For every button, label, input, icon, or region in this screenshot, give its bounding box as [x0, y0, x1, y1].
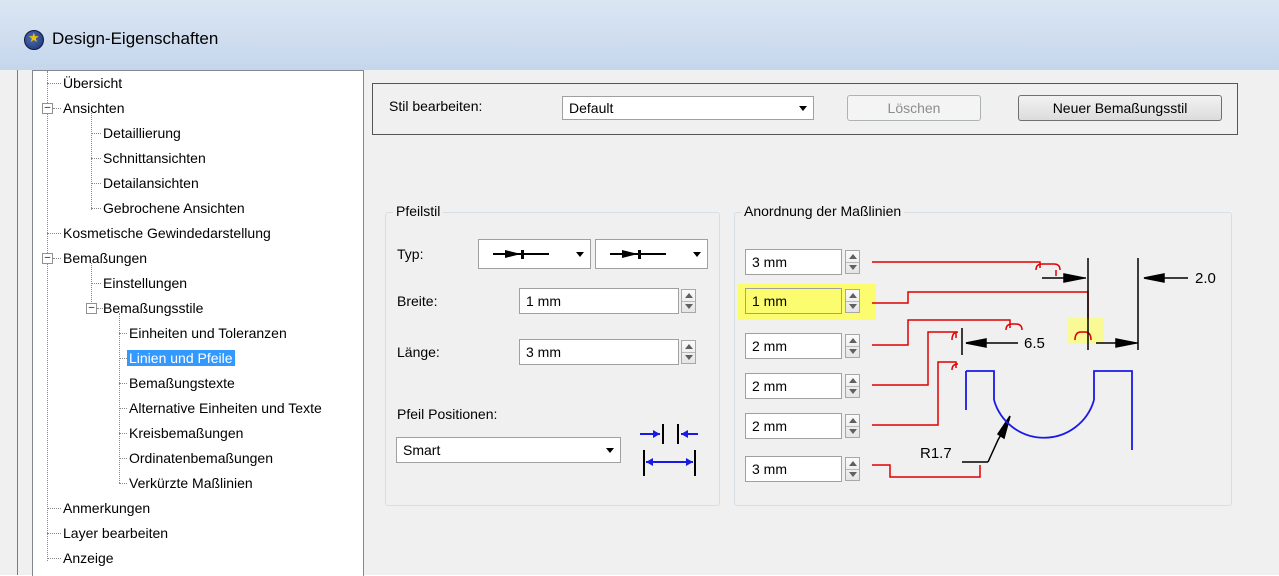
tree-line	[53, 108, 61, 109]
tree-item-gebrochene-ansichten[interactable]: Gebrochene Ansichten	[101, 198, 247, 218]
tree-item-uebersicht[interactable]: Übersicht	[61, 73, 124, 93]
chevron-down-icon	[693, 252, 701, 257]
arrow-symbol-icon	[493, 250, 549, 259]
spin-buttons[interactable]	[845, 334, 860, 358]
end-arrow-select[interactable]	[595, 239, 708, 269]
collapse-icon[interactable]: –	[86, 303, 97, 314]
tree-item-ordinatenbemassungen[interactable]: Ordinatenbemaßungen	[127, 448, 275, 468]
category-tree[interactable]: – – – Übersicht Ansichten Detaillierung …	[32, 70, 364, 576]
spin-buttons[interactable]	[845, 414, 860, 438]
window-edge	[17, 70, 18, 575]
tree-line	[47, 71, 48, 561]
tree-line	[91, 283, 101, 284]
arrow-positions-label: Pfeil Positionen:	[397, 406, 498, 422]
new-dimension-style-button[interactable]: Neuer Bemaßungsstil	[1018, 95, 1222, 121]
tree-line	[47, 233, 61, 234]
preview-label-right: 2.0	[1195, 270, 1216, 287]
tree-line	[119, 433, 127, 434]
app-icon	[24, 30, 44, 50]
preview-label-radius: R1.7	[920, 445, 952, 462]
tree-line	[91, 158, 101, 159]
tree-line	[91, 183, 101, 184]
title-bar: Design-Eigenschaften	[0, 0, 1279, 71]
tree-item-bemassungsstile[interactable]: Bemaßungsstile	[101, 298, 205, 318]
tree-line	[119, 483, 127, 484]
tree-line	[91, 208, 101, 209]
layout-input-6[interactable]: 3 mm	[745, 456, 842, 482]
tree-item-schnittansichten[interactable]: Schnittansichten	[101, 148, 208, 168]
tree-line	[119, 458, 127, 459]
tree-item-kosmetische-gewindedarstellung[interactable]: Kosmetische Gewindedarstellung	[61, 223, 273, 243]
tree-line	[119, 333, 127, 334]
spin-buttons[interactable]	[681, 289, 696, 313]
delete-button[interactable]: Löschen	[847, 95, 981, 121]
layout-stepper-4[interactable]: 2 mm	[745, 373, 875, 399]
tree-line	[53, 258, 61, 259]
tree-item-linien-pfeile[interactable]: Linien und Pfeile	[127, 348, 235, 368]
tree-item-layer-bearbeiten[interactable]: Layer bearbeiten	[61, 523, 170, 543]
layout-stepper-5[interactable]: 2 mm	[745, 413, 875, 439]
tree-item-detailansichten[interactable]: Detailansichten	[101, 173, 201, 193]
layout-stepper-2[interactable]: 1 mm	[745, 288, 875, 314]
arrow-position-icon	[640, 424, 698, 476]
tree-line	[47, 558, 61, 559]
tree-item-verkuerzte-masslinien[interactable]: Verkürzte Maßlinien	[127, 473, 255, 493]
layout-input-2[interactable]: 1 mm	[745, 288, 842, 314]
tree-item-einstellungen[interactable]: Einstellungen	[101, 273, 189, 293]
layout-stepper-3[interactable]: 2 mm	[745, 333, 875, 359]
layout-input-3[interactable]: 2 mm	[745, 333, 842, 359]
layout-stepper-6[interactable]: 3 mm	[745, 456, 875, 482]
tree-item-bemassungstexte[interactable]: Bemaßungstexte	[127, 373, 237, 393]
layout-input-1[interactable]: 3 mm	[745, 249, 842, 275]
preview-label-middle: 6.5	[1024, 335, 1045, 352]
spin-buttons[interactable]	[845, 374, 860, 398]
chevron-down-icon	[576, 252, 584, 257]
spin-buttons[interactable]	[845, 250, 860, 274]
tree-line	[119, 358, 127, 359]
tree-item-bemassungen[interactable]: Bemaßungen	[61, 248, 149, 268]
tree-item-detaillierung[interactable]: Detaillierung	[101, 123, 183, 143]
style-label: Stil bearbeiten:	[389, 98, 483, 114]
tree-item-anmerkungen[interactable]: Anmerkungen	[61, 498, 152, 518]
length-input[interactable]: 3 mm	[519, 339, 679, 365]
width-label: Breite:	[397, 293, 438, 309]
type-label: Typ:	[397, 246, 424, 262]
tree-line	[119, 383, 127, 384]
tree-line	[47, 83, 61, 84]
tree-line	[47, 533, 61, 534]
tree-line	[47, 508, 61, 509]
chevron-down-icon	[606, 448, 614, 453]
style-select[interactable]: Default	[562, 96, 814, 120]
tree-line	[119, 408, 127, 409]
length-label: Länge:	[397, 344, 440, 360]
length-stepper[interactable]: 3 mm	[519, 339, 697, 365]
layout-input-4[interactable]: 2 mm	[745, 373, 842, 399]
tree-item-einheiten-toleranzen[interactable]: Einheiten und Toleranzen	[127, 323, 289, 343]
start-arrow-select[interactable]	[478, 239, 591, 269]
arrow-symbol-icon	[610, 250, 666, 259]
layout-stepper-1[interactable]: 3 mm	[745, 249, 875, 275]
window-title: Design-Eigenschaften	[52, 29, 219, 48]
spin-buttons[interactable]	[845, 289, 860, 313]
tree-line	[91, 133, 101, 134]
chevron-down-icon	[799, 106, 807, 111]
dimension-preview: 2.0 6.5 R1.7	[872, 258, 1216, 478]
tree-item-alternative-einheiten[interactable]: Alternative Einheiten und Texte	[127, 398, 361, 418]
tree-item-kreisbemassungen[interactable]: Kreisbemaßungen	[127, 423, 245, 443]
layout-input-5[interactable]: 2 mm	[745, 413, 842, 439]
tree-item-ansichten[interactable]: Ansichten	[61, 98, 126, 118]
arrow-positions-select[interactable]: Smart	[396, 437, 621, 463]
collapse-icon[interactable]: –	[42, 103, 53, 114]
collapse-icon[interactable]: –	[42, 253, 53, 264]
width-stepper[interactable]: 1 mm	[519, 288, 697, 314]
tree-line	[91, 113, 92, 210]
tree-item-anzeige[interactable]: Anzeige	[61, 548, 116, 568]
dimension-layout-title: Anordnung der Maßlinien	[741, 203, 905, 219]
spin-buttons[interactable]	[845, 457, 860, 481]
width-input[interactable]: 1 mm	[519, 288, 679, 314]
arrow-style-title: Pfeilstil	[393, 203, 444, 219]
spin-buttons[interactable]	[681, 340, 696, 364]
